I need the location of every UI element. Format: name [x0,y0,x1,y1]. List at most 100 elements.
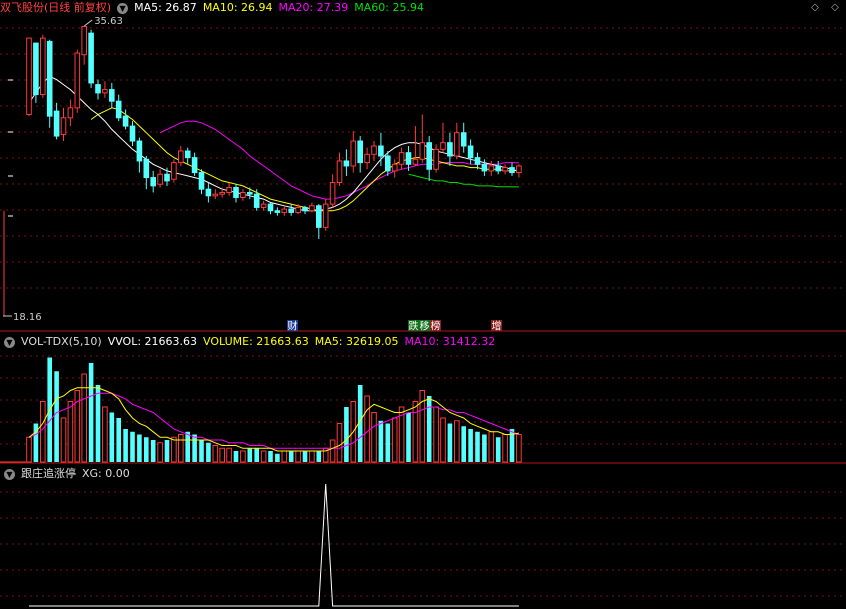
volume-bar [302,451,308,462]
candle-body [219,191,225,195]
volume-header: ▼ VOL-TDX(5,10) VVOL: 21663.63 VOLUME: 2166… [0,334,501,350]
candle [440,122,446,153]
event-badge[interactable]: 财 [287,320,298,333]
low-price-label: 18.16 [13,312,42,323]
candle-body [33,42,39,96]
candle-body [495,165,501,172]
candle-body [143,158,150,179]
candle-body [474,157,481,165]
candle-body [412,158,419,165]
volume-bar [344,407,349,462]
ma-label-ma5: MA5: [134,1,166,14]
candle-body [316,205,322,228]
ma-value-ma10: 26.94 [241,1,273,14]
chevron-down-icon[interactable]: ▼ [4,468,15,480]
candle-body [157,173,163,185]
volume-bar [157,442,163,463]
volume-bar [102,406,108,463]
candle [33,42,39,103]
candle-body [302,206,308,212]
volume-bar [40,401,46,463]
candle-body [398,152,405,165]
candle-body [136,140,143,162]
candle-body [295,206,301,213]
candle [253,189,260,211]
volume-bar [295,450,301,463]
candle [460,122,467,153]
event-badge[interactable]: 跌 [408,320,419,333]
event-badge[interactable]: 增 [491,320,502,333]
event-badge-text: 跌 [409,320,419,333]
candle [205,182,212,203]
candle [274,207,281,216]
diamond-icon[interactable]: ◇ [828,2,842,14]
volume-bar [116,418,121,462]
candle-body [274,210,281,213]
candle-body [329,182,336,205]
chevron-down-icon[interactable]: ▼ [4,336,15,348]
volume-bar [378,420,384,462]
candle-body [309,205,315,212]
candle-body [95,84,101,94]
volume-bar [185,431,190,462]
candle-body [171,162,177,180]
volume-chart[interactable] [0,334,846,464]
candle-body [440,142,446,150]
candle [426,136,432,181]
candle-body [433,148,439,170]
candle [122,109,129,130]
ma-label-ma10: MA10: [202,1,242,14]
event-badge-text: 财 [288,320,298,333]
volume-bar [447,423,453,462]
candle [26,37,32,117]
candle [343,149,350,176]
volume-bar [150,440,156,462]
volume-bar [391,417,398,463]
volume-bar [426,396,432,462]
candle [150,170,156,193]
candle-body [371,145,377,155]
candle-body [212,193,219,197]
candle-body [74,52,81,109]
event-badge[interactable]: 移 [419,320,430,333]
volume-bar [385,423,391,462]
candle-body [88,32,94,84]
candle [74,49,81,113]
candle-body [467,145,474,159]
diamond-icon[interactable]: ◇ [808,2,822,14]
xg-value: XG: 0.00 [82,467,130,480]
chevron-down-icon[interactable]: ▼ [117,2,129,14]
ma-label-ma20: MA20: [278,1,317,14]
candle-body [322,203,329,228]
stock-chart-window: 35.63 18.16 财 跌移榜 增 双飞股份(日线 前复权) ▼ MA5: 26.87 M… [0,0,846,609]
volume-bar [482,434,487,462]
volume-value: VOLUME: 21663.63 [203,335,309,348]
signal-header: ▼ 跟庄追涨停 XG: 0.00 [0,466,136,482]
price-chart[interactable]: 35.63 18.16 财 跌移榜 增 [0,0,846,332]
volume-bar [329,439,336,463]
candle-body [516,165,522,174]
candle-body [488,165,495,172]
candle [419,114,426,163]
volume-bar [433,406,439,463]
candle-body [184,150,191,159]
candle [178,146,184,166]
candle-body [288,208,294,213]
volume-bar [130,431,135,462]
vol-ma5-value: MA5: 32619.05 [314,335,399,348]
candle [233,184,239,203]
signal-chart[interactable] [0,466,846,609]
candle [281,205,288,216]
volume-bar [26,436,32,463]
candle-body [481,163,488,172]
event-badge[interactable]: 榜 [430,320,441,333]
candle [191,152,198,176]
volume-bar [488,431,495,463]
volume-bar [516,434,522,463]
candle-body [364,153,370,164]
volume-bar [336,423,343,463]
candle-body [350,140,357,167]
volume-bar [309,450,315,463]
candle [46,39,53,128]
candle [474,152,481,170]
